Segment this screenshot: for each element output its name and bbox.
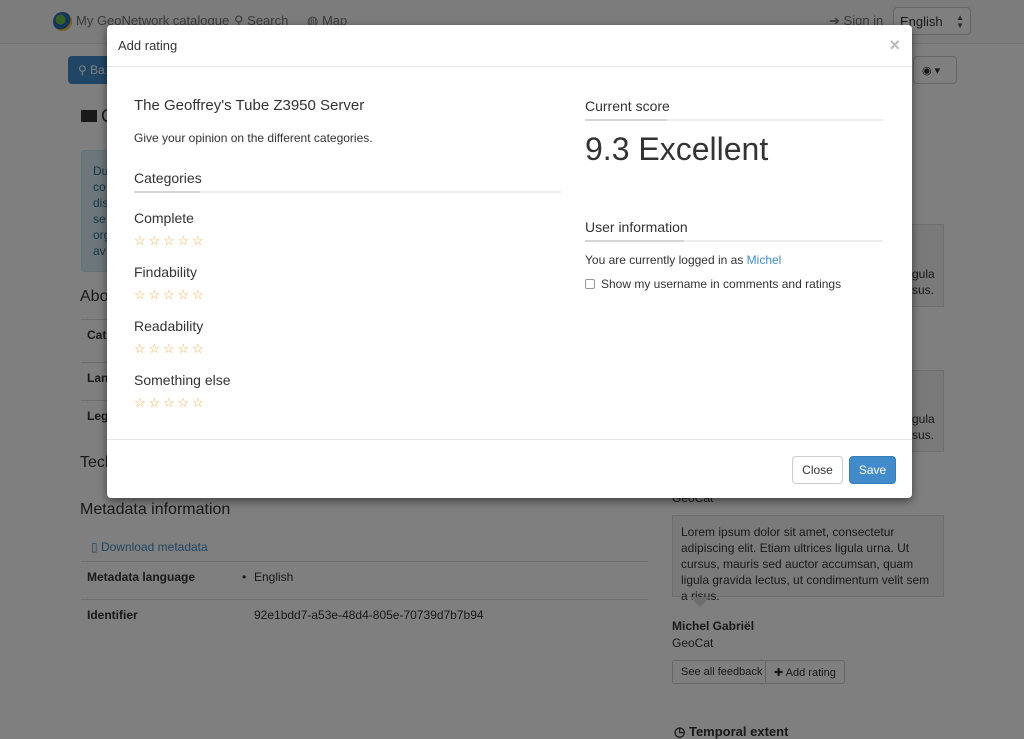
category-name: Readability [134, 318, 204, 334]
category-name: Something else [134, 372, 231, 388]
resource-title: The Geoffrey's Tube Z3950 Server [134, 97, 365, 114]
star-icon[interactable]: ☆ [192, 234, 207, 248]
star-icon[interactable]: ☆ [192, 342, 207, 356]
star-icon[interactable]: ☆ [149, 396, 164, 410]
star-icon[interactable]: ☆ [163, 396, 178, 410]
star-icon[interactable]: ☆ [149, 234, 164, 248]
show-username-label[interactable]: Show my username in comments and ratings [601, 277, 841, 291]
logged-in-text: You are currently logged in as [585, 253, 744, 267]
star-icon[interactable]: ☆ [163, 342, 178, 356]
star-icon[interactable]: ☆ [134, 288, 149, 302]
modal-footer: Close Save [107, 439, 912, 498]
rating-instructions: Give your opinion on the different categ… [134, 131, 373, 145]
close-button[interactable]: Close [792, 456, 843, 484]
modal-header: Add rating × [107, 25, 912, 67]
star-icon[interactable]: ☆ [192, 288, 207, 302]
categories-divider [134, 191, 561, 193]
star-rating-findability[interactable]: ☆ ☆ ☆ ☆ ☆ [134, 287, 207, 302]
star-icon[interactable]: ☆ [178, 342, 193, 356]
star-icon[interactable]: ☆ [178, 234, 193, 248]
star-icon[interactable]: ☆ [178, 396, 193, 410]
username-link[interactable]: Michel [747, 253, 782, 267]
star-icon[interactable]: ☆ [149, 342, 164, 356]
star-rating-something-else[interactable]: ☆ ☆ ☆ ☆ ☆ [134, 395, 207, 410]
category-name: Complete [134, 210, 194, 226]
current-score-heading: Current score [585, 98, 670, 114]
user-info-heading: User information [585, 219, 688, 235]
categories-heading: Categories [134, 170, 202, 186]
current-score-value: 9.3 Excellent [585, 131, 769, 167]
close-icon[interactable]: × [889, 35, 900, 56]
star-icon[interactable]: ☆ [149, 288, 164, 302]
add-rating-modal: Add rating × The Geoffrey's Tube Z3950 S… [107, 25, 912, 498]
star-icon[interactable]: ☆ [134, 234, 149, 248]
save-button[interactable]: Save [849, 456, 896, 484]
category-name: Findability [134, 264, 198, 280]
modal-title: Add rating [118, 38, 178, 53]
show-username-checkbox[interactable] [585, 279, 595, 289]
rating-form: The Geoffrey's Tube Z3950 Server Give yo… [134, 97, 561, 145]
star-rating-readability[interactable]: ☆ ☆ ☆ ☆ ☆ [134, 341, 207, 356]
user-info-divider [585, 240, 883, 242]
star-icon[interactable]: ☆ [163, 288, 178, 302]
star-icon[interactable]: ☆ [134, 342, 149, 356]
star-icon[interactable]: ☆ [178, 288, 193, 302]
star-icon[interactable]: ☆ [134, 396, 149, 410]
score-divider [585, 119, 883, 121]
star-icon[interactable]: ☆ [192, 396, 207, 410]
star-rating-complete[interactable]: ☆ ☆ ☆ ☆ ☆ [134, 233, 207, 248]
star-icon[interactable]: ☆ [163, 234, 178, 248]
logged-in-info: You are currently logged in as Michel [585, 253, 781, 267]
